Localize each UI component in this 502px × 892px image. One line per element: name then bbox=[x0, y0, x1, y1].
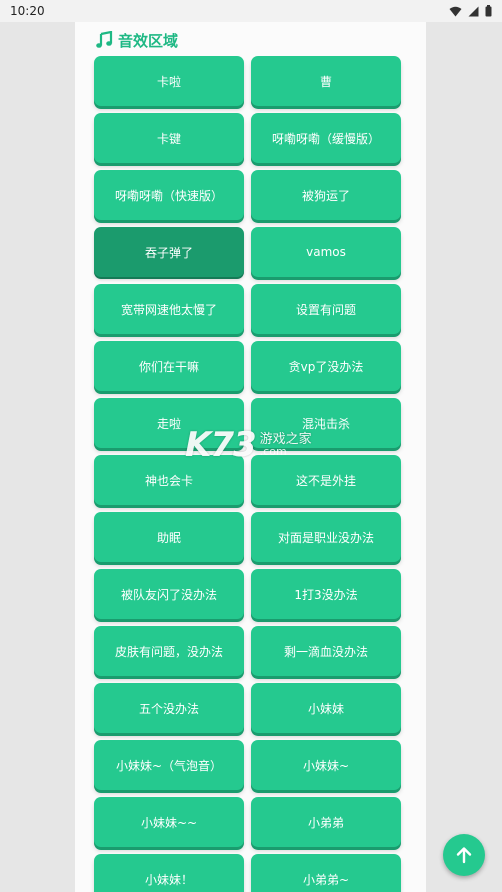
sound-panel: 音效区域 卡啦曹卡键 呀嘞呀嘞（缓慢版） 呀嘞呀嘞（快速版） 被狗运了 吞子弹了 vamo… bbox=[75, 22, 426, 892]
wifi-icon bbox=[449, 6, 462, 16]
music-note-icon bbox=[96, 31, 113, 48]
sound-button[interactable]: 1打3没办法 bbox=[251, 569, 401, 619]
battery-icon bbox=[485, 5, 492, 17]
sound-button[interactable]: 助眠 bbox=[94, 512, 244, 562]
sound-button[interactable]: 小妹妹！ bbox=[94, 854, 244, 892]
sound-button[interactable]: 被狗运了 bbox=[251, 170, 401, 220]
sound-button[interactable]: 神也会卡 bbox=[94, 455, 244, 505]
sound-button[interactable]: 小妹妹 bbox=[251, 683, 401, 733]
sound-button[interactable]: 小弟弟 bbox=[251, 797, 401, 847]
sound-grid: 卡啦曹卡键 呀嘞呀嘞（缓慢版） 呀嘞呀嘞（快速版） 被狗运了 吞子弹了 vamos 宽带网速… bbox=[94, 56, 401, 892]
status-icons bbox=[449, 5, 492, 17]
sound-button[interactable]: vamos bbox=[251, 227, 401, 277]
sound-button[interactable]: 小弟弟~ bbox=[251, 854, 401, 892]
sound-button[interactable]: 剩一滴血没办法 bbox=[251, 626, 401, 676]
sound-button[interactable]: 吞子弹了 bbox=[94, 227, 244, 277]
sound-button[interactable]: 这不是外挂 bbox=[251, 455, 401, 505]
sound-button[interactable]: 曹 bbox=[251, 56, 401, 106]
sound-button[interactable]: 呀嘞呀嘞（快速版） bbox=[94, 170, 244, 220]
sound-button[interactable]: 贪vp了没办法 bbox=[251, 341, 401, 391]
sound-button[interactable]: 设置有问题 bbox=[251, 284, 401, 334]
sound-button[interactable]: 宽带网速他太慢了 bbox=[94, 284, 244, 334]
sound-button[interactable]: 小妹妹~~ bbox=[94, 797, 244, 847]
sound-button[interactable]: 混沌击杀 bbox=[251, 398, 401, 448]
right-gutter bbox=[426, 22, 502, 892]
sound-button[interactable]: 卡键 bbox=[94, 113, 244, 163]
status-bar: 10:20 bbox=[0, 0, 502, 22]
sound-button[interactable]: 呀嘞呀嘞（缓慢版） bbox=[251, 113, 401, 163]
sound-button[interactable]: 小妹妹~（气泡音） bbox=[94, 740, 244, 790]
signal-icon bbox=[468, 6, 479, 16]
sound-button[interactable]: 你们在干嘛 bbox=[94, 341, 244, 391]
sound-button[interactable]: 皮肤有问题，没办法 bbox=[94, 626, 244, 676]
sound-button[interactable]: 被队友闪了没办法 bbox=[94, 569, 244, 619]
sound-button[interactable]: 卡啦 bbox=[94, 56, 244, 106]
arrow-up-icon bbox=[456, 847, 472, 864]
left-gutter bbox=[0, 22, 75, 892]
sound-button[interactable]: 对面是职业没办法 bbox=[251, 512, 401, 562]
section-header: 音效区域 bbox=[95, 27, 178, 53]
sound-button[interactable]: 走啦 bbox=[94, 398, 244, 448]
status-time: 10:20 bbox=[10, 4, 45, 18]
scroll-to-top-button[interactable] bbox=[443, 834, 485, 876]
sound-button[interactable]: 五个没办法 bbox=[94, 683, 244, 733]
section-title: 音效区域 bbox=[118, 31, 179, 50]
sound-button[interactable]: 小妹妹~ bbox=[251, 740, 401, 790]
